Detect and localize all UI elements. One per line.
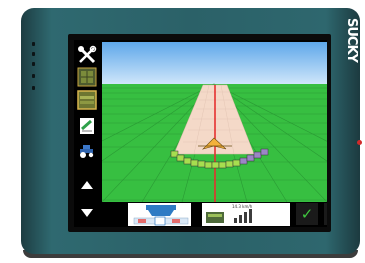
guidance-scene (102, 42, 327, 202)
tractor-button[interactable] (77, 140, 97, 160)
map-icon (77, 67, 97, 87)
tools-button[interactable] (77, 45, 97, 65)
implement-status-icon (128, 203, 191, 226)
tools-icon (78, 45, 97, 64)
speed-panel: 14.3 km/h (202, 203, 290, 226)
confirm-button[interactable]: ✓ (296, 203, 318, 225)
scroll-up-button[interactable] (77, 176, 97, 196)
map-button[interactable] (77, 67, 97, 87)
field-image-icon (77, 90, 97, 110)
sidebar (74, 40, 102, 227)
brand-logo: SUCKY (344, 18, 359, 62)
status-led-strip (27, 38, 40, 108)
guidance-view[interactable] (102, 42, 327, 202)
implement-status-panel[interactable] (128, 203, 191, 226)
status-led (32, 42, 35, 46)
tractor-icon (80, 145, 94, 158)
status-led (32, 74, 35, 78)
status-led (32, 86, 35, 90)
field-image-button[interactable] (77, 90, 97, 110)
notes-button[interactable] (77, 116, 97, 136)
signal-indicator (206, 209, 252, 223)
scroll-down-icon (81, 209, 93, 217)
scroll-down-button[interactable] (77, 202, 97, 222)
cancel-button[interactable]: ✕ (324, 203, 327, 225)
display-screen: 14.3 km/h ✓ ✕ (74, 40, 327, 227)
status-led (32, 52, 35, 56)
status-led (32, 62, 35, 66)
sky (102, 42, 327, 84)
notes-icon (80, 118, 94, 134)
scroll-up-icon (81, 181, 93, 189)
bottom-bar: 14.3 km/h ✓ ✕ (102, 202, 327, 227)
brand-dot (357, 140, 362, 145)
